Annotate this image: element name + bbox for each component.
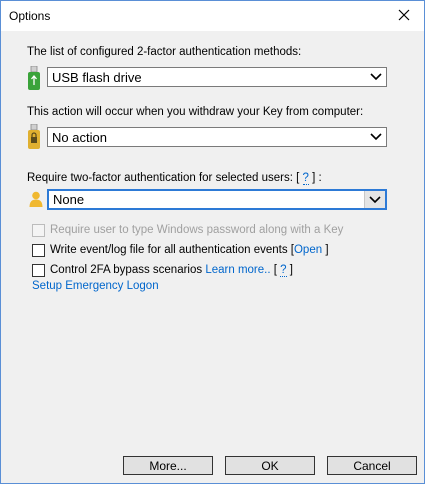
user-icon <box>29 191 43 210</box>
chevron-down-icon[interactable] <box>364 191 385 208</box>
open-log-link[interactable]: Open <box>294 244 322 256</box>
more-button[interactable]: More... <box>123 456 213 475</box>
require-password-checkbox[interactable] <box>32 224 45 237</box>
help-close-bracket: ] <box>312 172 316 184</box>
bypass-help-link[interactable]: [ ? ] <box>274 264 293 277</box>
options-dialog: Options The list of configured 2-factor … <box>0 0 425 484</box>
close-button[interactable] <box>384 1 424 31</box>
setup-emergency-logon-link[interactable]: Setup Emergency Logon <box>32 280 159 292</box>
bypass-checkbox[interactable] <box>32 264 45 277</box>
chevron-down-icon[interactable] <box>366 68 386 86</box>
users-label-colon: : <box>318 172 322 184</box>
withdraw-select-value: No action <box>52 129 107 145</box>
key-lock-icon <box>27 123 41 153</box>
users-label: Require two-factor authentication for se… <box>27 172 293 184</box>
cancel-button[interactable]: Cancel <box>327 456 417 475</box>
users-select[interactable]: None <box>47 189 387 210</box>
methods-select-value: USB flash drive <box>52 69 142 85</box>
require-password-label: Require user to type Windows password al… <box>50 224 344 236</box>
withdraw-label: This action will occur when you withdraw… <box>27 106 364 118</box>
write-log-checkbox[interactable] <box>32 244 45 257</box>
bypass-label: Control 2FA bypass scenarios <box>50 264 203 276</box>
title-bar[interactable]: Options <box>1 1 424 31</box>
methods-label: The list of configured 2-factor authenti… <box>27 46 302 58</box>
ok-button[interactable]: OK <box>225 456 315 475</box>
users-select-value: None <box>53 192 85 207</box>
help-close-bracket: ] <box>289 264 293 276</box>
users-help-link[interactable]: [ ? ] <box>296 172 315 185</box>
methods-select[interactable]: USB flash drive <box>47 67 387 87</box>
withdraw-action-select[interactable]: No action <box>47 127 387 147</box>
write-log-row: Write event/log file for all authenticat… <box>50 244 329 256</box>
help-open-bracket: [ <box>273 264 277 276</box>
bypass-row: Control 2FA bypass scenarios Learn more.… <box>50 264 293 277</box>
window-title: Options <box>9 9 51 23</box>
write-log-label: Write event/log file for all authenticat… <box>50 244 294 256</box>
help-question[interactable]: ? <box>280 264 287 277</box>
chevron-down-icon[interactable] <box>366 128 386 146</box>
help-open-bracket: [ <box>296 172 300 184</box>
write-log-close: ] <box>325 244 329 256</box>
learn-more-link[interactable]: Learn more.. <box>205 264 270 276</box>
usb-drive-icon <box>27 65 41 94</box>
close-icon <box>398 9 410 24</box>
users-label-row: Require two-factor authentication for se… <box>27 172 322 185</box>
help-question[interactable]: ? <box>302 172 309 185</box>
